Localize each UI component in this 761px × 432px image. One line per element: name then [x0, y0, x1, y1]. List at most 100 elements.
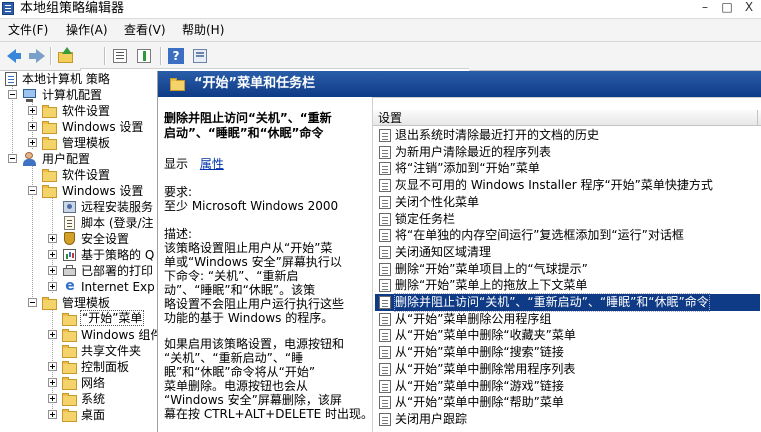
- folder-open-icon: [42, 296, 57, 310]
- description-text: 菜单删除。电源按钮也会从: [164, 379, 309, 393]
- minimize-button[interactable]: –: [695, 0, 715, 16]
- tree-label: 用户配置: [42, 152, 91, 166]
- printer-icon: [62, 264, 77, 278]
- folder-icon: [62, 360, 77, 374]
- list-item-label: 从“开始”菜单中删除“帮助”菜单: [395, 395, 564, 410]
- expand-icon[interactable]: [48, 234, 57, 243]
- expand-icon[interactable]: [48, 250, 57, 259]
- policy-setting-icon: [379, 162, 391, 176]
- expand-icon[interactable]: [48, 330, 57, 339]
- expand-icon[interactable]: [48, 410, 57, 419]
- menu-bar: 文件(F) 操作(A) 查看(V) 帮助(H): [0, 19, 761, 42]
- computer-icon: [22, 88, 37, 102]
- toolbar-separator: [50, 47, 52, 65]
- properties-link[interactable]: 属性: [200, 157, 224, 171]
- help-icon[interactable]: [166, 46, 186, 66]
- menu-file[interactable]: 文件(F): [4, 19, 52, 41]
- up-folder-icon[interactable]: [56, 46, 76, 66]
- description-text: 该策略设置阻止用户从“开始”菜: [164, 241, 333, 255]
- policy-setting-icon: [379, 396, 391, 410]
- list-item-label: 关闭用户跟踪: [395, 411, 468, 426]
- tree-label: 软件设置: [62, 104, 111, 118]
- maximize-button[interactable]: □: [717, 0, 737, 16]
- export-list-icon[interactable]: [110, 46, 130, 66]
- menu-view[interactable]: 查看(V): [120, 19, 170, 41]
- list-item-label: 从“开始”菜单中删除“搜索”链接: [395, 345, 564, 360]
- settings-list[interactable]: 设置 退出系统时清除最近打开的文档的历史 为新用户清除最近的程序列表 将“注销”添加…: [372, 97, 761, 432]
- description-text: 略设置不会阻止用户运行执行这些: [164, 297, 345, 311]
- tree-label: 脚本 (登录/注: [81, 216, 154, 230]
- list-item-label: 删除“开始”菜单项目上的“气球提示”: [395, 261, 588, 276]
- extended-description: 删除并阻止访问“关机”、“重新 启动”、“睡眠”和“休眠”命令 显示 属性 要求…: [158, 97, 373, 432]
- folder-icon: [62, 312, 77, 326]
- folder-icon: [42, 168, 57, 182]
- policy-setting-icon: [379, 145, 391, 159]
- forward-icon[interactable]: [26, 46, 46, 66]
- tree-label: “开始”菜单: [80, 310, 145, 326]
- list-item[interactable]: 删除并阻止访问“关机”、“重新启动”、“睡眠”和“休眠”命令: [375, 293, 760, 312]
- tree-line: [52, 197, 53, 293]
- policy-setting-icon: [379, 195, 391, 209]
- tree-label: 管理模板: [62, 136, 111, 150]
- list-item-label: 为新用户清除最近的程序列表: [395, 144, 552, 159]
- list-item-label: 将“注销”添加到“开始”菜单: [395, 161, 540, 176]
- tree-label: Internet Exp: [81, 280, 155, 294]
- folder-icon: [170, 77, 185, 91]
- tree-label: 网络: [81, 376, 106, 390]
- expand-icon[interactable]: [48, 266, 57, 275]
- tree-label: 基于策略的 Q: [81, 248, 155, 262]
- tree-label: 已部署的打印: [81, 264, 154, 278]
- expand-icon[interactable]: [28, 138, 37, 147]
- tree-label: 软件设置: [62, 168, 111, 182]
- menu-help[interactable]: 帮助(H): [178, 19, 228, 41]
- tree-label: 桌面: [81, 408, 106, 422]
- toolbar: [0, 42, 761, 403]
- column-header-setting[interactable]: 设置: [373, 110, 761, 126]
- policy-setting-icon: [379, 379, 391, 393]
- remote-install-icon: [62, 200, 77, 214]
- policy-setting-icon: [379, 362, 391, 376]
- policy-icon: [4, 72, 19, 86]
- users-icon: [22, 152, 37, 166]
- policy-title-line-2: 启动”、“睡眠”和“休眠”命令: [164, 126, 324, 140]
- console-tree[interactable]: 本地计算机 策略 计算机配置 软件设置 Windows 设置 管理模板 用户配置: [0, 71, 158, 432]
- list-item-label: 关闭个性化菜单: [395, 194, 480, 209]
- expand-icon[interactable]: [48, 394, 57, 403]
- expand-icon[interactable]: [48, 282, 57, 291]
- list-item-label: 锁定任务栏: [395, 211, 456, 226]
- folder-icon: [42, 104, 57, 118]
- policy-setting-icon: [379, 262, 391, 276]
- expand-icon[interactable]: [48, 378, 57, 387]
- description-text: 眠”和“休眠”命令将从“开始”: [164, 365, 316, 379]
- internet-explorer-icon: [62, 279, 77, 294]
- folder-icon: [42, 120, 57, 134]
- menu-action[interactable]: 操作(A): [62, 19, 112, 41]
- close-button[interactable]: X: [739, 0, 759, 16]
- expand-icon[interactable]: [48, 362, 57, 371]
- tree-label: 共享文件夹: [81, 344, 142, 358]
- list-item-label: 将“在单独的内存空间运行”复选框添加到“运行”对话框: [395, 228, 684, 243]
- toolbar-separator: [104, 47, 106, 65]
- collapse-icon[interactable]: [28, 186, 37, 195]
- gpedit-app-icon: [2, 2, 14, 15]
- details-header: “开始”菜单和任务栏: [158, 71, 761, 97]
- collapse-icon[interactable]: [8, 90, 17, 99]
- requirements-label: 要求:: [164, 185, 193, 199]
- list-item-label: 从“开始”菜单中删除“收藏夹”菜单: [395, 328, 576, 343]
- properties-icon[interactable]: [134, 46, 154, 66]
- folder-icon: [62, 344, 77, 358]
- back-icon[interactable]: [4, 46, 24, 66]
- collapse-icon[interactable]: [8, 154, 17, 163]
- tree-label: 本地计算机 策略: [22, 72, 110, 86]
- description-text: “Windows 安全”屏幕删除，该屏: [164, 393, 342, 407]
- policy-setting-icon: [379, 329, 391, 343]
- expand-icon[interactable]: [28, 106, 37, 115]
- script-icon: [62, 216, 77, 230]
- show-label: 显示: [164, 157, 189, 171]
- policy-setting-icon: [379, 229, 391, 243]
- console-icon[interactable]: [190, 46, 210, 66]
- description-text: 如果启用该策略设置，电源按钮和: [164, 337, 345, 351]
- expand-icon[interactable]: [28, 122, 37, 131]
- collapse-icon[interactable]: [28, 298, 37, 307]
- tree-label: 计算机配置: [42, 88, 103, 102]
